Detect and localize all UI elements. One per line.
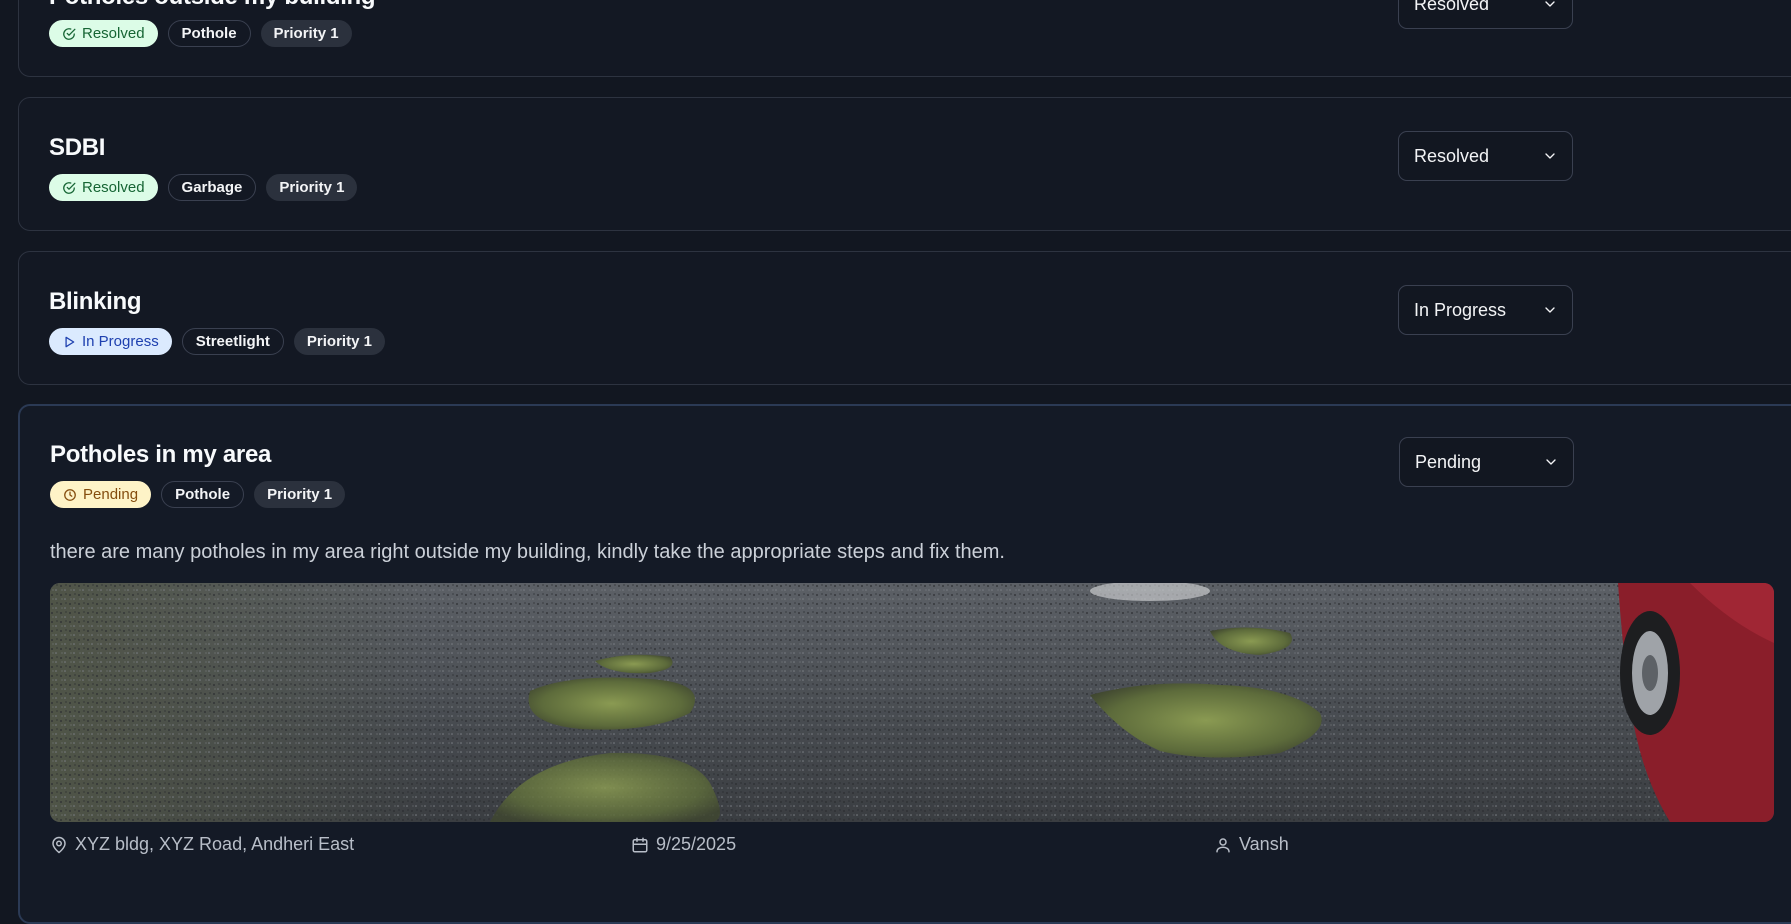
calendar-icon (632, 837, 648, 852)
status-select[interactable]: In Progress (1398, 285, 1573, 335)
chevron-down-icon (1545, 153, 1555, 159)
priority-badge: Priority 1 (266, 174, 358, 201)
complaint-card-expanded: Potholes in my area Pending Pothole Prio… (18, 404, 1791, 924)
play-icon (65, 336, 75, 347)
status-select[interactable]: Resolved (1398, 0, 1573, 29)
check-circle-icon (63, 181, 76, 194)
clock-icon (64, 488, 76, 501)
status-badge-label: Resolved (82, 179, 145, 196)
status-badge: In Progress (49, 328, 172, 355)
status-select-value: Resolved (1414, 145, 1490, 166)
complaint-card: SDBI Resolved Garbage Priority 1 Resolve… (18, 97, 1791, 231)
complaint-title: SDBI (49, 134, 106, 161)
map-pin-icon (52, 836, 66, 853)
priority-badge: Priority 1 (254, 481, 346, 508)
status-select-value: Pending (1415, 451, 1482, 472)
status-badge: Pending (50, 481, 152, 508)
complaint-description: there are many potholes in my area right… (50, 541, 1005, 563)
category-badge: Pothole (161, 481, 245, 508)
chevron-down-icon (1545, 1, 1555, 7)
status-badge-label: In Progress (82, 333, 159, 350)
status-select-value: In Progress (1414, 299, 1507, 320)
category-badge: Garbage (167, 174, 257, 201)
complaint-title: Blinking (49, 288, 142, 315)
complaint-reporter: Vansh (1214, 834, 1289, 855)
complaint-badges: Resolved Garbage Priority 1 (49, 174, 358, 201)
status-select[interactable]: Pending (1399, 437, 1574, 487)
complaint-date: 9/25/2025 (631, 834, 736, 855)
complaint-title: Potholes outside my building (49, 0, 376, 11)
status-badge-label: Pending (83, 486, 139, 503)
complaint-badges: In Progress Streetlight Priority 1 (49, 328, 385, 355)
status-badge: Resolved (49, 20, 158, 47)
category-badge: Pothole (167, 20, 251, 47)
status-select-value: Resolved (1414, 0, 1490, 14)
complaint-card: Potholes outside my building Resolved Po… (18, 0, 1791, 77)
complaint-badges: Resolved Pothole Priority 1 (49, 20, 352, 47)
complaint-title: Potholes in my area (50, 441, 272, 468)
priority-badge: Priority 1 (293, 328, 385, 355)
complaint-photo[interactable] (50, 583, 1774, 822)
status-select[interactable]: Resolved (1398, 131, 1573, 181)
chevron-down-icon (1545, 307, 1555, 313)
status-badge-label: Resolved (82, 25, 145, 42)
status-badge: Resolved (49, 174, 158, 201)
reporter-text: Vansh (1239, 834, 1289, 854)
location-text: XYZ bldg, XYZ Road, Andheri East (75, 834, 355, 854)
pothole-photo-image (50, 583, 1774, 822)
complaint-card: Blinking In Progress Streetlight Priorit… (18, 251, 1791, 385)
priority-badge: Priority 1 (260, 20, 352, 47)
check-circle-icon (63, 27, 76, 40)
complaint-location: XYZ bldg, XYZ Road, Andheri East (50, 834, 354, 855)
date-text: 9/25/2025 (656, 834, 737, 854)
category-badge: Streetlight (181, 328, 284, 355)
complaint-badges: Pending Pothole Priority 1 (50, 481, 346, 508)
user-icon (1216, 837, 1230, 852)
chevron-down-icon (1546, 459, 1556, 465)
